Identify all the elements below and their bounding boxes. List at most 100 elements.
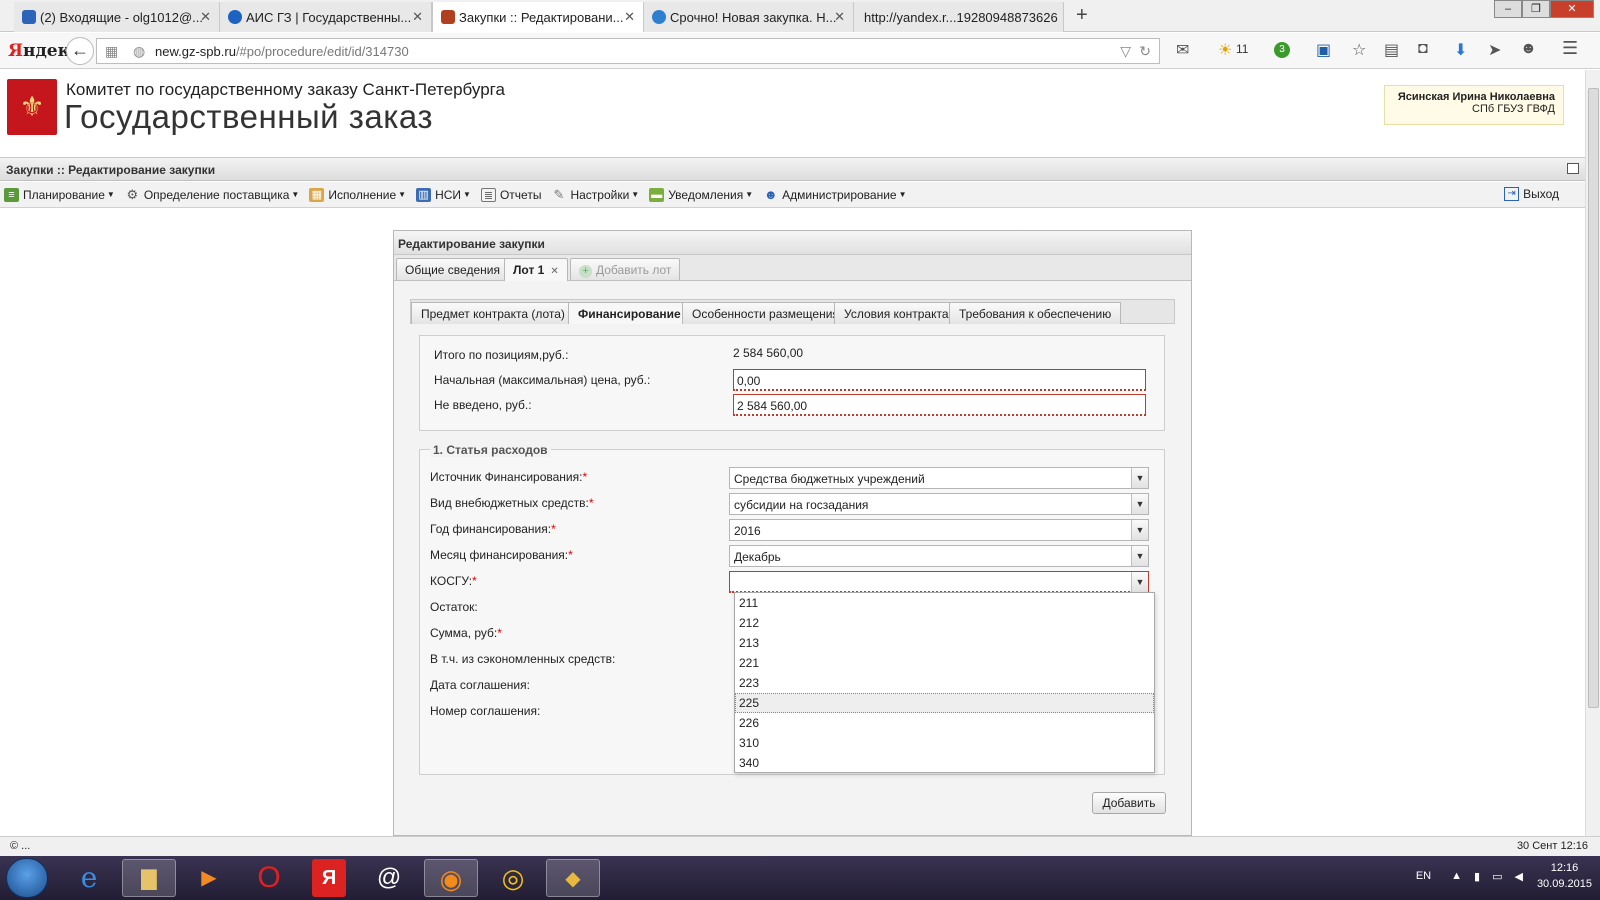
menu-planning[interactable]: ≡ Планирование ▼: [4, 187, 115, 202]
close-tab-icon[interactable]: ✕: [624, 9, 635, 25]
chevron-down-icon[interactable]: ▼: [1131, 572, 1148, 592]
mail-agent-icon[interactable]: @: [362, 859, 416, 897]
close-lot-icon[interactable]: ✕: [550, 266, 558, 277]
menu-admin[interactable]: ☻ Администрирование ▼: [763, 186, 907, 202]
add-lot-button: + Добавить лот: [570, 258, 681, 280]
kosgu-option[interactable]: 223: [735, 673, 1154, 693]
back-button[interactable]: ←: [66, 37, 94, 65]
browser-tab-urgent[interactable]: Срочно! Новая закупка. Н... ✕: [644, 2, 854, 32]
minimize-icon[interactable]: –: [1494, 0, 1522, 18]
bookmarks-icon[interactable]: ▤: [1384, 40, 1399, 60]
opera-icon[interactable]: O: [242, 859, 296, 897]
kosgu-select[interactable]: ▼: [729, 571, 1149, 593]
site-title: Государственный заказ: [64, 98, 434, 135]
tabs-icon[interactable]: ▦: [105, 43, 118, 60]
menu-reports[interactable]: ≣ Отчеты: [480, 187, 541, 202]
chevron-down-icon[interactable]: ▼: [1131, 494, 1148, 514]
mail-icon[interactable]: ✉: [1176, 40, 1189, 60]
kosgu-option[interactable]: 340: [735, 753, 1154, 773]
tray-arrow-icon[interactable]: ▲: [1451, 870, 1462, 882]
menu-icon[interactable]: ☰: [1562, 38, 1578, 59]
collapse-icon[interactable]: [1567, 163, 1579, 174]
menu-execution[interactable]: ▦ Исполнение ▼: [309, 187, 406, 202]
menu-nsi[interactable]: ▥ НСИ ▼: [416, 187, 471, 202]
ie-icon[interactable]: e: [62, 859, 116, 897]
browser-tab-yandex[interactable]: http://yandex.r...19280948873626: [854, 2, 1064, 32]
extra-budget-select[interactable]: субсидии на госзадания ▼: [729, 493, 1149, 515]
kosgu-option[interactable]: 212: [735, 613, 1154, 633]
browser-tab-mail[interactable]: (2) Входящие - olg1012@... ✕: [14, 2, 220, 32]
download-icon[interactable]: ⬇: [1454, 40, 1467, 60]
year-select[interactable]: 2016 ▼: [729, 519, 1149, 541]
page-scrollbar[interactable]: [1585, 70, 1600, 836]
agreement-date-label: Дата соглашения:: [430, 678, 530, 692]
chrome-icon[interactable]: ◎: [486, 859, 540, 897]
menu-supplier[interactable]: ⚙ Определение поставщика ▼: [125, 187, 300, 202]
reload-icon[interactable]: ↻: [1139, 43, 1151, 60]
yandex-browser-icon[interactable]: Я: [312, 859, 346, 897]
tab-security-requirements[interactable]: Требования к обеспечению: [949, 302, 1122, 324]
not-entered-input[interactable]: 2 584 560,00: [733, 394, 1146, 416]
weather-icon[interactable]: ☀: [1218, 40, 1232, 60]
url-dropdown-icon[interactable]: ▽: [1120, 43, 1131, 60]
kosgu-option[interactable]: 211: [735, 593, 1154, 613]
chat-icon[interactable]: ☻: [1520, 40, 1537, 58]
month-label: Месяц финансирования:*: [430, 548, 573, 562]
saved-funds-label: В т.ч. из сэкономленных средств:: [430, 652, 616, 666]
send-icon[interactable]: ➤: [1488, 40, 1501, 60]
media-player-icon[interactable]: ▶: [182, 859, 236, 897]
logout-button[interactable]: ⇥ Выход: [1504, 187, 1559, 201]
start-button[interactable]: [6, 858, 48, 898]
kosgu-option[interactable]: 213: [735, 633, 1154, 653]
address-bar[interactable]: ▦ ◍ new.gz-spb.ru/#po/procedure/edit/id/…: [96, 38, 1160, 64]
star-icon[interactable]: ☆: [1352, 40, 1366, 60]
close-tab-icon[interactable]: ✕: [412, 9, 423, 25]
tray-device-icon[interactable]: ▮: [1474, 870, 1480, 883]
language-indicator[interactable]: EN: [1416, 870, 1431, 882]
chevron-down-icon[interactable]: ▼: [1131, 468, 1148, 488]
month-select[interactable]: Декабрь ▼: [729, 545, 1149, 567]
tab-contract-subject[interactable]: Предмет контракта (лота): [411, 302, 575, 324]
restore-icon[interactable]: ❐: [1522, 0, 1550, 18]
tab-financing[interactable]: Финансирование: [568, 302, 691, 324]
expense-legend: 1. Статья расходов: [430, 443, 551, 457]
menu-notifications[interactable]: ▬ Уведомления ▼: [649, 187, 753, 202]
tab-general-info[interactable]: Общие сведения: [396, 258, 509, 280]
menu-settings[interactable]: ✎ Настройки ▼: [551, 187, 640, 202]
network-icon[interactable]: ▭: [1492, 870, 1502, 883]
chevron-down-icon[interactable]: ▼: [1131, 520, 1148, 540]
kosgu-label: КОСГУ:*: [430, 574, 477, 588]
new-tab-button[interactable]: +: [1076, 4, 1088, 27]
archive-icon[interactable]: ◆: [546, 859, 600, 897]
tab-contract-terms[interactable]: Условия контракта: [834, 302, 959, 324]
add-button[interactable]: Добавить: [1092, 792, 1166, 814]
user-icon: ☻: [763, 186, 778, 202]
pocket-icon[interactable]: ◘: [1418, 40, 1428, 58]
tab-placement-features[interactable]: Особенности размещения: [682, 302, 849, 324]
source-select[interactable]: Средства бюджетных учреждений ▼: [729, 467, 1149, 489]
extension-icon[interactable]: ▣: [1316, 40, 1331, 60]
firefox-icon[interactable]: ◉: [424, 859, 478, 897]
url-text[interactable]: new.gz-spb.ru/#po/procedure/edit/id/3147…: [155, 44, 409, 59]
browser-tab-ais[interactable]: АИС ГЗ | Государственны... ✕: [220, 2, 432, 32]
kosgu-option[interactable]: 226: [735, 713, 1154, 733]
window-close-icon[interactable]: ✕: [1550, 0, 1594, 18]
browser-tab-label: Срочно! Новая закупка. Н...: [670, 9, 837, 25]
clock[interactable]: 12:16 30.09.2015: [1537, 860, 1592, 892]
volume-icon[interactable]: ◀: [1514, 870, 1522, 883]
scrollbar-thumb[interactable]: [1588, 88, 1599, 708]
tab-lot-1[interactable]: Лот 1 ✕: [504, 258, 568, 281]
badge-icon[interactable]: 3: [1274, 42, 1290, 58]
kosgu-option-highlighted[interactable]: 225: [735, 693, 1154, 713]
browser-tab-zakupki[interactable]: Закупки :: Редактировани... ✕: [432, 2, 644, 32]
kosgu-option[interactable]: 310: [735, 733, 1154, 753]
explorer-icon[interactable]: ▇: [122, 859, 176, 897]
book-icon: ▥: [416, 187, 432, 202]
items-total-value: 2 584 560,00: [733, 346, 804, 360]
close-tab-icon[interactable]: ✕: [834, 9, 845, 25]
kosgu-option[interactable]: 221: [735, 653, 1154, 673]
close-tab-icon[interactable]: ✕: [200, 9, 211, 25]
status-text: © ...: [10, 840, 31, 852]
initial-price-input[interactable]: 0,00: [733, 369, 1146, 391]
chevron-down-icon[interactable]: ▼: [1131, 546, 1148, 566]
